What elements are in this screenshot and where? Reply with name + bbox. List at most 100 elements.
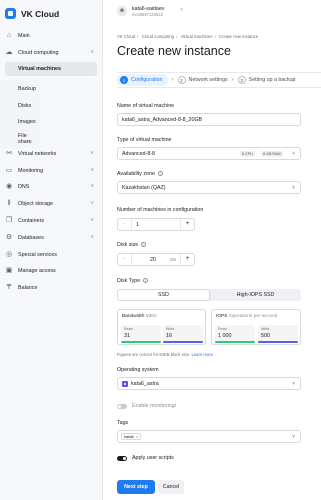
disk-type-high-iops[interactable]: High-IOPS SSD — [210, 289, 301, 301]
sidebar-item-dns[interactable]: ◉ DNS ˅ — [0, 180, 102, 194]
sidebar-item-virtual-machines[interactable]: Virtual machines — [5, 62, 97, 76]
info-icon[interactable]: i — [143, 278, 149, 283]
sidebar-item-label: Object storage — [18, 201, 54, 207]
increment-button[interactable]: + — [180, 219, 194, 230]
chevron-down-icon: ˅ — [180, 7, 183, 13]
write-label: Write — [261, 327, 270, 331]
step-label: Network settings — [188, 77, 228, 83]
chevron-down-icon: ˅ — [90, 201, 94, 207]
user-menu[interactable]: ☻ kata6-saidaev mcs8697134522 ˅ — [117, 6, 183, 17]
sidebar-item-balance[interactable]: ₸ Balance — [0, 281, 102, 295]
user-id: mcs8697134522 — [132, 12, 163, 17]
tag-chip: kata6 × — [121, 433, 142, 440]
tags-label: Tags — [117, 420, 129, 426]
chevron-down-icon: ˅ — [292, 434, 295, 440]
chevron-down-icon: ˅ — [292, 185, 295, 191]
monitoring-label: Enable monitoringi — [132, 403, 176, 409]
os-select[interactable]: kata6_astra ˅ — [117, 377, 301, 390]
close-icon[interactable]: × — [136, 434, 138, 439]
step-number: 2 — [177, 76, 186, 84]
read-label: Read — [124, 327, 133, 331]
zone-label-text: Availability zone — [117, 171, 155, 177]
breadcrumb-item[interactable]: Cloud computing — [142, 34, 174, 39]
write-label: Write — [166, 327, 175, 331]
disk-size-value[interactable]: 20 — [132, 257, 170, 263]
app-window: VK Cloud ⌂ Main ☁ Cloud computing ˄ Virt… — [0, 0, 321, 500]
zone-select[interactable]: Kazakhstan (QAZ) ˅ — [117, 181, 301, 194]
next-step-button[interactable]: Next step — [117, 480, 155, 494]
read-label: Read — [218, 327, 227, 331]
decrement-button[interactable]: - — [118, 219, 132, 230]
read-bar — [215, 341, 255, 343]
vm-name-input[interactable]: kata6_astra_Advanced-8-8_20GB — [117, 113, 301, 126]
decrement-button[interactable]: - — [118, 254, 132, 265]
sidebar-item-object-storage[interactable]: ⦀ Object storage ˅ — [0, 197, 102, 211]
disk-size-unit: GB — [169, 257, 176, 262]
step-number: 3 — [237, 76, 246, 84]
info-icon[interactable]: i — [141, 242, 147, 247]
iops-title-text: IOPS — [216, 314, 228, 319]
breadcrumb-item[interactable]: Virtual machines — [181, 34, 213, 39]
iops-title: IOPS Operations per second — [216, 314, 277, 319]
bandwidth-title-text: Bandwidth — [122, 314, 145, 319]
sidebar-item-virtual-networks[interactable]: ⚯ Virtual networks ˅ — [0, 147, 102, 161]
chevron-down-icon: ˅ — [90, 184, 94, 190]
sidebar-item-special-services[interactable]: ◎ Special services — [0, 248, 102, 262]
tags-input[interactable]: kata6 × ˅ — [117, 430, 301, 443]
avatar: ☻ — [117, 6, 127, 16]
sidebar-item-manage-access[interactable]: ▣ Manage access — [0, 264, 102, 278]
sidebar-item-databases[interactable]: ⚙ Databases ˅ — [0, 231, 102, 245]
sidebar-item-label: Images — [18, 119, 36, 125]
iops-unit: Operations per second — [228, 314, 278, 319]
disk-size-stepper[interactable]: - 20 GB + — [117, 253, 195, 266]
info-icon[interactable]: i — [175, 403, 176, 409]
breadcrumb-separator-icon: › — [137, 34, 139, 39]
sidebar: VK Cloud ⌂ Main ☁ Cloud computing ˄ Virt… — [0, 0, 103, 500]
databases-icon: ⚙ — [5, 234, 13, 241]
main-content: ☻ kata6-saidaev mcs8697134522 ˅ VK Cloud… — [103, 0, 321, 500]
sidebar-item-main[interactable]: ⌂ Main — [0, 29, 102, 43]
special-services-icon: ◎ — [5, 251, 13, 258]
sidebar-item-images[interactable]: Images — [0, 113, 40, 131]
disk-type-ssd[interactable]: SSD — [117, 289, 210, 301]
cancel-button[interactable]: Cancel — [158, 480, 184, 494]
bandwidth-unit: MB/s — [145, 314, 157, 319]
sidebar-item-label: Virtual machines — [18, 66, 62, 72]
wizard-steps: 1 Configuration › 2 Network settings › 3… — [117, 72, 321, 88]
chevron-right-icon: › — [171, 77, 174, 83]
sidebar-item-label: Special services — [18, 252, 57, 258]
read-value: 31 — [124, 333, 130, 339]
step-backup[interactable]: 3 Setting up a backup — [237, 76, 296, 84]
user-scripts-switch[interactable] — [117, 456, 127, 461]
info-icon[interactable]: i — [157, 171, 163, 176]
vm-type-select[interactable]: Advanced-8-8 8 CPU 8 GB RAM ˅ — [117, 147, 301, 160]
machines-stepper[interactable]: - 1 + — [117, 218, 195, 231]
sidebar-item-backup[interactable]: Backup — [0, 80, 40, 98]
tag-label: kata6 — [124, 434, 134, 439]
step-network-settings[interactable]: 2 Network settings — [177, 76, 228, 84]
disk-size-label-text: Disk size — [117, 242, 139, 248]
step-configuration[interactable]: 1 Configuration — [117, 74, 168, 86]
storage-icon: ⦀ — [7, 200, 11, 207]
sidebar-item-monitoring[interactable]: ▭ Monitoring ˅ — [0, 164, 102, 178]
monitoring-switch[interactable] — [117, 404, 127, 409]
iops-panel: IOPS Operations per second Read 1 000 Wr… — [211, 309, 301, 345]
sidebar-item-cloud-computing[interactable]: ☁ Cloud computing ˄ — [0, 46, 102, 60]
sidebar-item-label: Main — [18, 33, 30, 39]
sidebar-item-file-share[interactable]: File share — [0, 130, 40, 148]
sidebar-item-label: Cloud computing — [18, 50, 59, 56]
note-text: Figures are correct for 64KB block size. — [117, 352, 191, 357]
iops-write: Write 500 — [258, 325, 298, 343]
learn-more-link[interactable]: Learn more — [191, 352, 212, 357]
vm-name-label: Name of virtual machine — [117, 103, 175, 109]
user-scripts-label: Apply user scripts — [132, 455, 174, 461]
machines-value[interactable]: 1 — [132, 222, 180, 228]
vk-cloud-logo-icon — [5, 8, 16, 19]
containers-icon: ❒ — [5, 217, 13, 224]
sidebar-item-containers[interactable]: ❒ Containers ˅ — [0, 214, 102, 228]
monitoring-label-text: Enable monitoring — [132, 403, 175, 409]
breadcrumb-item[interactable]: VK Cloud — [117, 34, 135, 39]
increment-button[interactable]: + — [180, 254, 194, 265]
logo[interactable]: VK Cloud — [5, 8, 59, 19]
sidebar-item-label: Disks — [18, 103, 32, 109]
